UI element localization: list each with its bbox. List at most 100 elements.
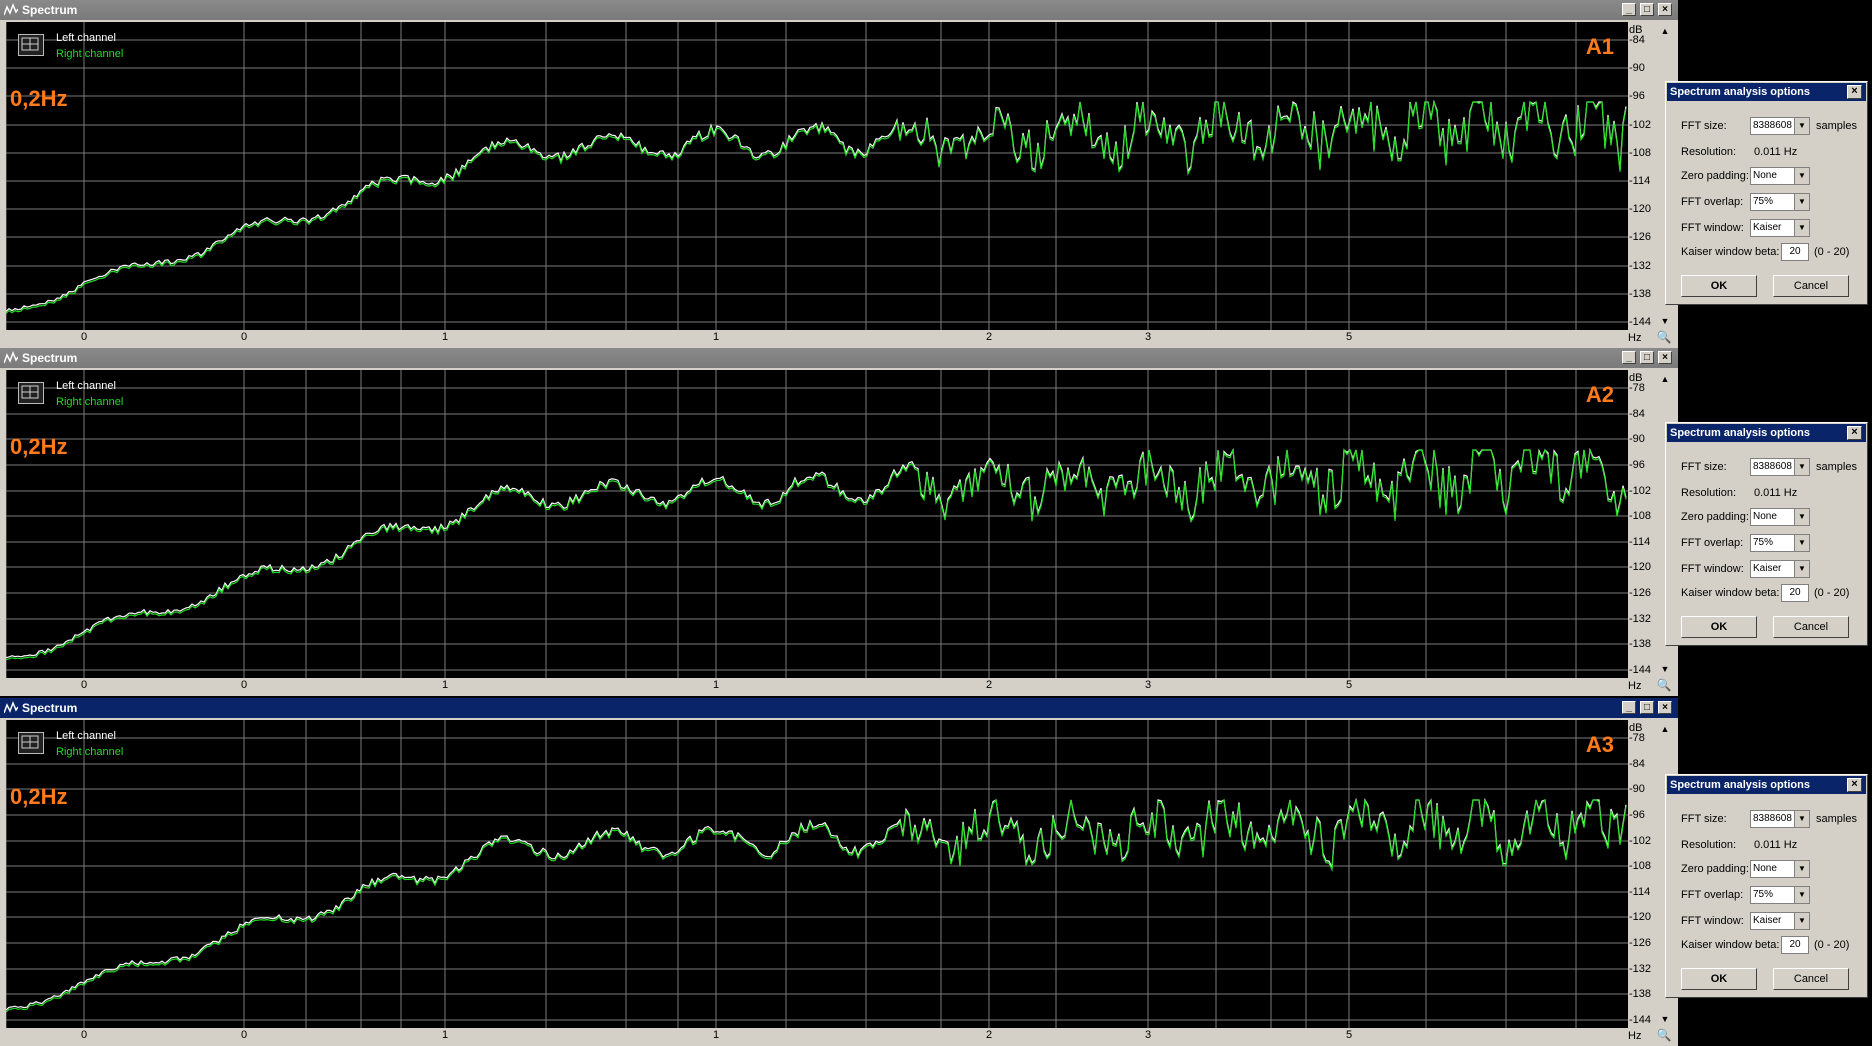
spectrum-plot[interactable]: Left channel Right channel 0,2Hz A3 bbox=[6, 720, 1628, 1028]
scroll-up-arrow[interactable]: ▲ bbox=[1657, 372, 1673, 386]
spectrum-plot[interactable]: Left channel Right channel 0,2Hz A2 bbox=[6, 370, 1628, 678]
maximize-button[interactable]: □ bbox=[1640, 3, 1654, 16]
dropdown-arrow-icon[interactable]: ▼ bbox=[1794, 811, 1809, 827]
spectrum-window[interactable]: Spectrum _ □ × Left channel Right channel 0,2H… bbox=[0, 348, 1678, 696]
spectrum-options-dialog[interactable]: Spectrum analysis options × FFT size: 83886… bbox=[1665, 422, 1868, 646]
db-tick-label: -120 bbox=[1629, 203, 1652, 215]
dropdown-arrow-icon[interactable]: ▼ bbox=[1794, 168, 1809, 184]
fft-overlap-select-value: 75% bbox=[1753, 537, 1774, 548]
zoom-icon[interactable]: 🔍 bbox=[1656, 1028, 1672, 1044]
cancel-button[interactable]: Cancel bbox=[1773, 616, 1849, 638]
zero-padding-label: Zero padding: bbox=[1681, 511, 1749, 523]
db-tick-label: -96 bbox=[1629, 90, 1645, 102]
x-tick-label: 1 bbox=[442, 331, 449, 343]
fft-size-select-value: 8388608 bbox=[1753, 461, 1792, 472]
fft-overlap-select[interactable]: 75% ▼ bbox=[1750, 534, 1810, 552]
dialog-titlebar[interactable]: Spectrum analysis options × bbox=[1667, 776, 1866, 794]
frequency-axis: 0 0 1 1 2 3 5 bbox=[6, 330, 1628, 346]
dropdown-arrow-icon[interactable]: ▼ bbox=[1794, 220, 1809, 236]
fft-size-select[interactable]: 8388608 ▼ bbox=[1750, 117, 1810, 135]
db-tick-label: -84 bbox=[1629, 408, 1645, 420]
fft-overlap-select[interactable]: 75% ▼ bbox=[1750, 886, 1810, 904]
dropdown-arrow-icon[interactable]: ▼ bbox=[1794, 194, 1809, 210]
dialog-close-button[interactable]: × bbox=[1847, 85, 1862, 99]
cancel-button[interactable]: Cancel bbox=[1773, 968, 1849, 990]
hz-unit-label: Hz bbox=[1628, 332, 1642, 344]
spectrum-plot[interactable]: Left channel Right channel 0,2Hz A1 bbox=[6, 22, 1628, 330]
resolution-value: 0.011 Hz bbox=[1754, 839, 1798, 851]
legend-right-channel: Right channel bbox=[56, 48, 124, 60]
dropdown-arrow-icon[interactable]: ▼ bbox=[1794, 561, 1809, 577]
minimize-button[interactable]: _ bbox=[1622, 701, 1636, 714]
fft-window-select[interactable]: Kaiser ▼ bbox=[1750, 912, 1810, 930]
db-tick-label: -102 bbox=[1629, 835, 1652, 847]
legend-left-channel: Left channel bbox=[56, 32, 116, 44]
legend-graph-icon[interactable] bbox=[18, 382, 44, 404]
right-channel-trace bbox=[6, 448, 1627, 661]
dialog-titlebar[interactable]: Spectrum analysis options × bbox=[1667, 83, 1866, 101]
window-titlebar[interactable]: Spectrum _ □ × bbox=[0, 698, 1678, 718]
fft-size-select[interactable]: 8388608 ▼ bbox=[1750, 810, 1810, 828]
minimize-button[interactable]: _ bbox=[1622, 3, 1636, 16]
frequency-annotation: 0,2Hz bbox=[10, 434, 68, 459]
fft-window-select[interactable]: Kaiser ▼ bbox=[1750, 560, 1810, 578]
dropdown-arrow-icon[interactable]: ▼ bbox=[1794, 861, 1809, 877]
scroll-up-arrow[interactable]: ▲ bbox=[1657, 24, 1673, 38]
spectrum-window[interactable]: Spectrum _ □ × Left channel Right channel 0,2H… bbox=[0, 0, 1678, 348]
db-tick-label: -126 bbox=[1629, 231, 1652, 243]
kaiser-beta-input[interactable]: 20 bbox=[1781, 584, 1809, 602]
db-tick-label: -144 bbox=[1629, 664, 1652, 676]
close-button[interactable]: × bbox=[1658, 351, 1672, 364]
zero-padding-select[interactable]: None ▼ bbox=[1750, 167, 1810, 185]
kaiser-beta-input[interactable]: 20 bbox=[1781, 936, 1809, 954]
spectrum-graph bbox=[6, 22, 1628, 330]
dropdown-arrow-icon[interactable]: ▼ bbox=[1794, 887, 1809, 903]
dropdown-arrow-icon[interactable]: ▼ bbox=[1794, 459, 1809, 475]
x-tick-label: 0 bbox=[81, 331, 88, 343]
ok-button[interactable]: OK bbox=[1681, 968, 1757, 990]
dropdown-arrow-icon[interactable]: ▼ bbox=[1794, 509, 1809, 525]
dropdown-arrow-icon[interactable]: ▼ bbox=[1794, 913, 1809, 929]
legend-graph-icon[interactable] bbox=[18, 34, 44, 56]
window-titlebar[interactable]: Spectrum _ □ × bbox=[0, 348, 1678, 368]
minimize-button[interactable]: _ bbox=[1622, 351, 1636, 364]
zero-padding-select[interactable]: None ▼ bbox=[1750, 860, 1810, 878]
fft-window-select[interactable]: Kaiser ▼ bbox=[1750, 219, 1810, 237]
x-tick-label: 1 bbox=[442, 1029, 449, 1041]
maximize-button[interactable]: □ bbox=[1640, 351, 1654, 364]
dialog-close-button[interactable]: × bbox=[1847, 426, 1862, 440]
ok-button[interactable]: OK bbox=[1681, 275, 1757, 297]
kaiser-beta-input[interactable]: 20 bbox=[1781, 243, 1809, 261]
spectrum-app-icon bbox=[3, 700, 19, 715]
fft-size-select[interactable]: 8388608 ▼ bbox=[1750, 458, 1810, 476]
db-tick-label: -138 bbox=[1629, 988, 1652, 1000]
maximize-button[interactable]: □ bbox=[1640, 701, 1654, 714]
fft-window-select-value: Kaiser bbox=[1753, 563, 1782, 574]
spectrum-window[interactable]: Spectrum _ □ × Left channel Right channel 0,2H… bbox=[0, 698, 1678, 1046]
scroll-down-arrow[interactable]: ▼ bbox=[1657, 314, 1673, 328]
x-tick-label: 3 bbox=[1145, 331, 1152, 343]
legend-graph-icon[interactable] bbox=[18, 732, 44, 754]
scroll-down-arrow[interactable]: ▼ bbox=[1657, 662, 1673, 676]
dropdown-arrow-icon[interactable]: ▼ bbox=[1794, 118, 1809, 134]
resolution-label: Resolution: bbox=[1681, 839, 1737, 851]
dialog-titlebar[interactable]: Spectrum analysis options × bbox=[1667, 424, 1866, 442]
scroll-down-arrow[interactable]: ▼ bbox=[1657, 1012, 1673, 1026]
x-tick-label: 0 bbox=[81, 679, 88, 691]
close-button[interactable]: × bbox=[1658, 3, 1672, 16]
zero-padding-select[interactable]: None ▼ bbox=[1750, 508, 1810, 526]
fft-overlap-select[interactable]: 75% ▼ bbox=[1750, 193, 1810, 211]
zoom-icon[interactable]: 🔍 bbox=[1656, 330, 1672, 346]
cancel-button[interactable]: Cancel bbox=[1773, 275, 1849, 297]
spectrum-options-dialog[interactable]: Spectrum analysis options × FFT size: 83886… bbox=[1665, 81, 1868, 305]
window-titlebar[interactable]: Spectrum _ □ × bbox=[0, 0, 1678, 20]
scroll-up-arrow[interactable]: ▲ bbox=[1657, 722, 1673, 736]
resolution-value: 0.011 Hz bbox=[1754, 146, 1798, 158]
ok-button[interactable]: OK bbox=[1681, 616, 1757, 638]
zoom-icon[interactable]: 🔍 bbox=[1656, 678, 1672, 694]
dropdown-arrow-icon[interactable]: ▼ bbox=[1794, 535, 1809, 551]
close-button[interactable]: × bbox=[1658, 701, 1672, 714]
dialog-close-button[interactable]: × bbox=[1847, 778, 1862, 792]
spectrum-options-dialog[interactable]: Spectrum analysis options × FFT size: 83886… bbox=[1665, 774, 1868, 998]
db-tick-label: -90 bbox=[1629, 783, 1645, 795]
